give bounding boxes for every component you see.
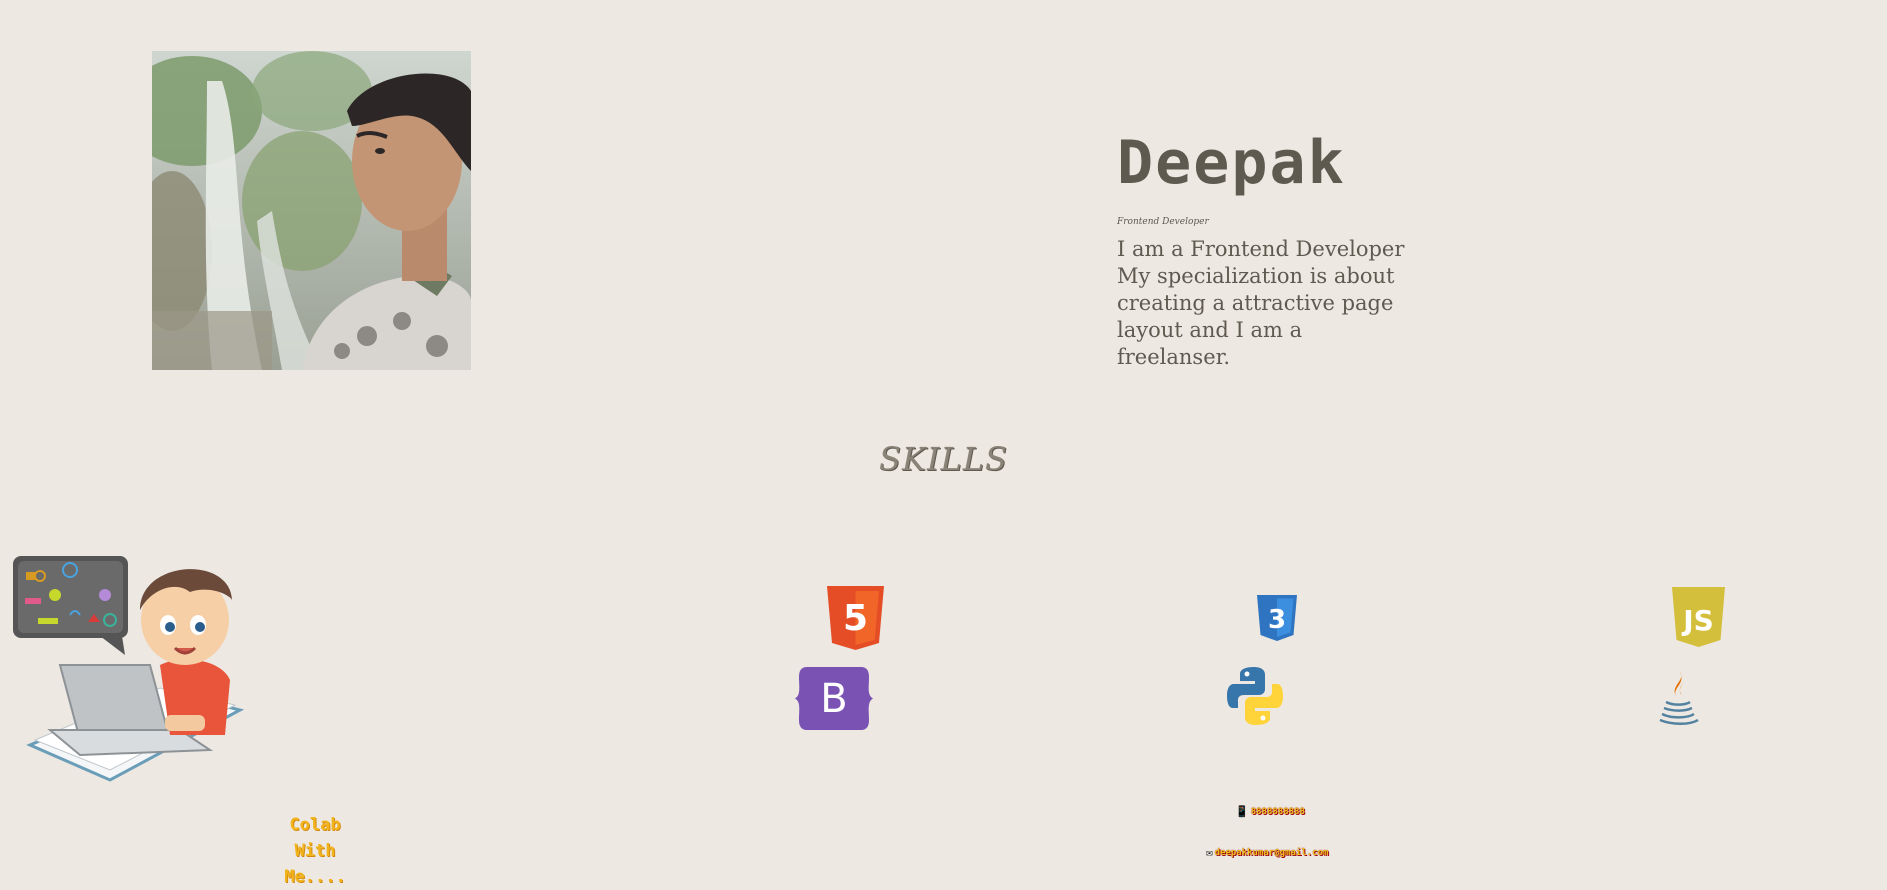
bootstrap-glyph: B (820, 676, 847, 722)
css3-glyph: 3 (1268, 605, 1286, 635)
collab-text: Colab With Me.... (260, 812, 370, 890)
phone-number[interactable]: 8888888888 (1251, 807, 1305, 817)
javascript-glyph: JS (1681, 604, 1714, 637)
css3-icon: 3 (1257, 595, 1297, 641)
phone-contact[interactable]: 📱 8888888888 (1235, 805, 1305, 818)
html5-glyph: 5 (843, 598, 868, 639)
python-icon (1227, 667, 1283, 725)
profile-bio: I am a Frontend Developer My specializat… (1117, 237, 1405, 369)
java-icon (1659, 672, 1699, 725)
javascript-icon: JS (1672, 587, 1725, 647)
profile-photo (152, 51, 471, 370)
collab-line-1: Colab (289, 815, 341, 835)
collab-line-2: With Me.... (284, 841, 346, 887)
profile-name: Deepak (1117, 128, 1346, 198)
phone-icon: 📱 (1235, 805, 1249, 818)
email-address[interactable]: deepakkumar@gmail.com (1215, 848, 1329, 858)
bootstrap-icon: B (795, 667, 873, 730)
email-contact[interactable]: ✉ deepakkumar@gmail.com (1206, 846, 1328, 859)
skills-heading: SKILLS (879, 440, 1008, 478)
mail-icon: ✉ (1206, 846, 1213, 859)
profile-role: Frontend Developer (1117, 217, 1209, 227)
developer-illustration (10, 540, 260, 790)
html5-icon: 5 (827, 586, 884, 650)
